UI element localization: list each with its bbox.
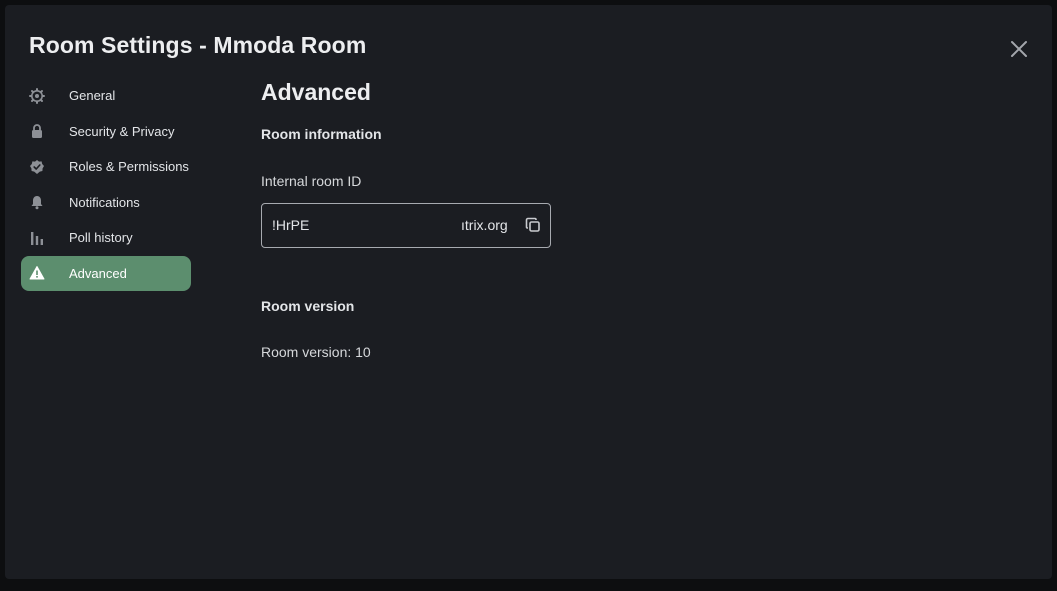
room-information-heading: Room information bbox=[261, 126, 382, 142]
room-version-heading: Room version bbox=[261, 298, 355, 314]
internal-room-id-field[interactable]: !HrPE ıtrix.org bbox=[261, 203, 551, 248]
gear-icon bbox=[29, 87, 45, 104]
settings-sidebar: General Security & Privacy Roles & Permi… bbox=[21, 78, 191, 292]
sidebar-item-label: Advanced bbox=[69, 265, 127, 281]
copy-room-id-button[interactable] bbox=[524, 216, 542, 234]
page-title: Advanced bbox=[261, 79, 371, 105]
room-settings-dialog: Room Settings - Mmoda Room General Secur… bbox=[5, 5, 1052, 579]
room-id-value-end: ıtrix.org bbox=[461, 217, 508, 233]
bell-icon bbox=[29, 194, 45, 210]
sidebar-item-label: Roles & Permissions bbox=[69, 159, 189, 175]
close-button[interactable] bbox=[1005, 35, 1033, 63]
internal-room-id-label: Internal room ID bbox=[261, 173, 362, 189]
sidebar-item-general[interactable]: General bbox=[21, 78, 191, 113]
close-icon bbox=[1011, 41, 1027, 57]
lock-icon bbox=[29, 123, 45, 139]
warning-icon bbox=[29, 265, 45, 281]
sidebar-item-roles-permissions[interactable]: Roles & Permissions bbox=[21, 149, 191, 184]
sidebar-item-label: Notifications bbox=[69, 194, 140, 210]
shield-check-icon bbox=[29, 159, 45, 175]
sidebar-item-advanced[interactable]: Advanced bbox=[21, 255, 191, 291]
sidebar-item-poll-history[interactable]: Poll history bbox=[21, 220, 191, 255]
bar-chart-icon bbox=[29, 230, 45, 246]
sidebar-item-label: Poll history bbox=[69, 230, 133, 246]
sidebar-item-label: Security & Privacy bbox=[69, 123, 175, 139]
advanced-panel: Advanced Room information Internal room … bbox=[261, 77, 961, 360]
sidebar-item-label: General bbox=[69, 88, 116, 103]
sidebar-item-security-privacy[interactable]: Security & Privacy bbox=[21, 114, 191, 149]
copy-icon bbox=[525, 217, 540, 232]
sidebar-item-notifications[interactable]: Notifications bbox=[21, 185, 191, 220]
room-id-value-start: !HrPE bbox=[272, 217, 310, 233]
dialog-title: Room Settings - Mmoda Room bbox=[29, 32, 367, 58]
room-version-text: Room version: 10 bbox=[261, 344, 371, 360]
